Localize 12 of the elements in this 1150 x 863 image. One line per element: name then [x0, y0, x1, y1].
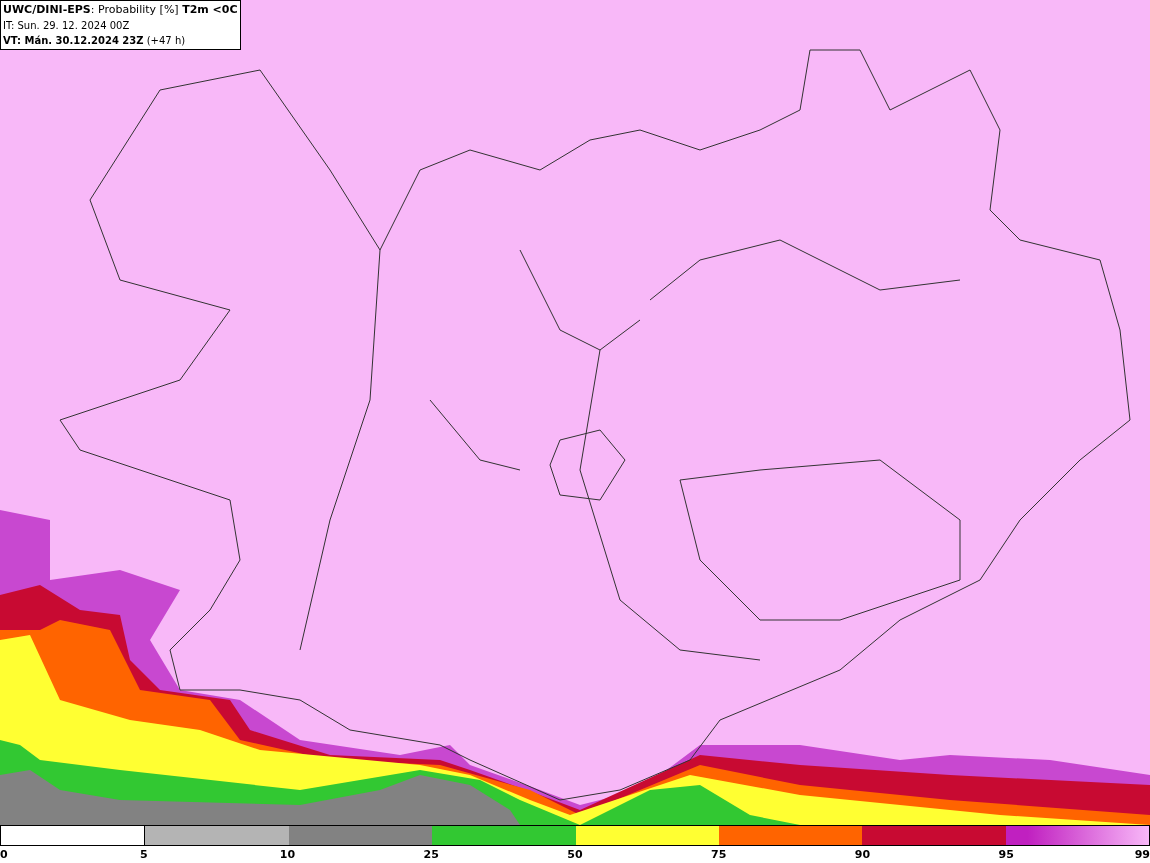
legend-tick-label: 90	[854, 847, 871, 863]
legend-tick-label: 75	[711, 847, 727, 863]
map-title-line: VT: Mán. 30.12.2024 23Z (+47 h)	[3, 34, 186, 48]
legend-tick-label: 95	[998, 847, 1014, 863]
legend-tick-label: 50	[567, 847, 583, 863]
legend-tick-label: 10	[279, 847, 296, 863]
legend-tick-label: 0	[0, 847, 8, 863]
map-title-line: IT: Sun. 29. 12. 2024 00Z	[3, 19, 130, 33]
map-title-line: UWC/DINI-EPS: Probability [%] T2m <0C	[3, 2, 238, 18]
legend-tick-label: 25	[423, 847, 439, 863]
legend-tick-label: 99	[1134, 847, 1150, 863]
legend-tick-label: 5	[139, 847, 148, 863]
